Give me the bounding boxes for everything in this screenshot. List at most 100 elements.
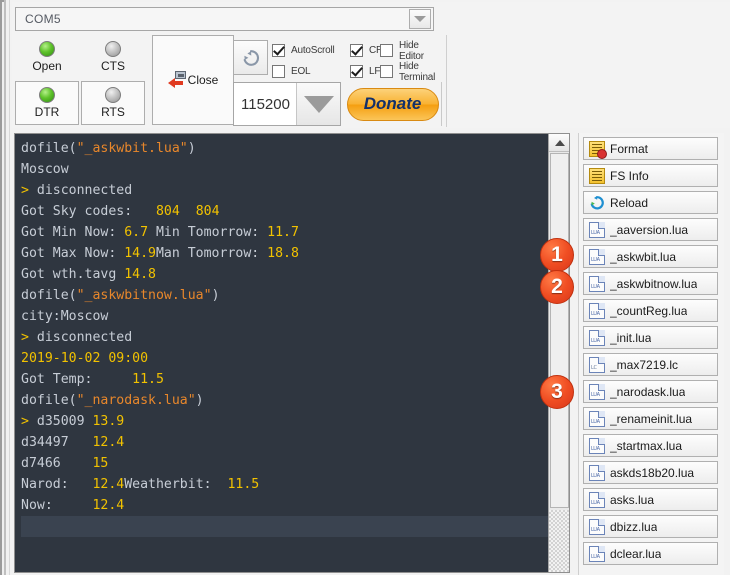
fs-info-icon <box>589 167 605 184</box>
sidebar-item-label: askds18b20.lua <box>610 465 695 480</box>
sidebar-item-askds18b20-lua[interactable]: LUA askds18b20.lua <box>583 461 718 484</box>
terminal-panel: dofile( "_askwbit.lua") Moscow > disconnect… <box>14 133 570 573</box>
file-type-tag: LUA <box>591 283 600 290</box>
chevron-down-icon[interactable] <box>409 9 431 29</box>
terminal-token: 6.7 <box>124 225 149 240</box>
sidebar-item-askwbitnow-lua[interactable]: LUA _askwbitnow.lua <box>583 272 718 295</box>
checkbox-checked-icon[interactable] <box>272 44 285 57</box>
terminal-token: 13.9 <box>92 414 125 429</box>
led-button-dtr[interactable]: DTR <box>15 81 79 125</box>
sidebar-item-label: _narodask.lua <box>610 384 686 399</box>
port-selector-value: COM5 <box>25 12 61 26</box>
file-type-tag: LC <box>591 364 597 371</box>
signal-led-group: Open CTS DTR RTS <box>15 35 145 125</box>
file-type-tag: LUA <box>591 337 600 344</box>
terminal-output[interactable]: dofile( "_askwbit.lua") Moscow > disconnect… <box>15 134 548 572</box>
terminal-token: > <box>21 414 37 429</box>
sidebar-item-reload[interactable]: Reload <box>583 191 718 214</box>
close-button-label: Close <box>187 73 219 87</box>
terminal-token: Got Sky codes: <box>21 204 156 219</box>
triangle-down-glyph <box>414 16 426 22</box>
scroll-up-button[interactable] <box>549 134 569 152</box>
sidebar-item-asks-lua[interactable]: LUA asks.lua <box>583 488 718 511</box>
led-button-label: Open <box>32 59 62 73</box>
refresh-button[interactable] <box>233 40 268 75</box>
checkbox-autoscroll[interactable]: AutoScroll <box>272 40 335 61</box>
sidebar-item-init-lua[interactable]: LUA _init.lua <box>583 326 718 349</box>
terminal-token: "_askwbit.lua" <box>76 141 188 156</box>
sidebar-item-label: asks.lua <box>610 492 655 507</box>
checkbox-eol[interactable]: EOL <box>272 61 335 82</box>
sidebar-item-label: Format <box>610 141 649 156</box>
terminal-line: > disconnected <box>21 327 548 348</box>
terminal-token: ) <box>195 393 204 408</box>
terminal-token: 11.5 <box>227 477 260 492</box>
lua-file-icon: LUA <box>589 464 605 481</box>
baud-rate-selector[interactable]: 115200 <box>233 82 341 126</box>
sidebar-item-countreg-lua[interactable]: LUA _countReg.lua <box>583 299 718 322</box>
sidebar-item-narodask-lua[interactable]: LUA _narodask.lua <box>583 380 718 403</box>
led-button-rts[interactable]: RTS <box>81 81 145 125</box>
file-type-tag: LUA <box>591 553 600 560</box>
file-type-tag: LUA <box>591 472 600 479</box>
checkbox-checked-icon[interactable] <box>350 44 363 57</box>
port-selector[interactable]: COM5 <box>15 7 434 31</box>
terminal-token: Got Temp: <box>21 372 133 387</box>
checkbox-hide-terminal[interactable]: Hide Terminal <box>380 60 436 83</box>
terminal-token: disconnected <box>36 183 133 198</box>
sidebar-item-askwbit-lua[interactable]: LUA _askwbit.lua <box>583 245 718 268</box>
terminal-token: Man Tomorrow: <box>155 246 268 261</box>
led-button-open[interactable]: Open <box>15 35 79 79</box>
terminal-scrollbar[interactable] <box>548 134 569 572</box>
terminal-line: dofile("_narodask.lua") <box>21 390 548 411</box>
terminal-line: Got wth.tavg 14.8 <box>21 264 548 285</box>
terminal-line: d34497 12.4 <box>21 432 548 453</box>
lua-file-icon: LUA <box>589 275 605 292</box>
sidebar-item-max7219-lc[interactable]: LC _max7219.lc <box>583 353 718 376</box>
checkbox-checked-icon[interactable] <box>350 65 363 78</box>
sidebar-item-format[interactable]: Format <box>583 137 718 160</box>
donate-button[interactable]: Donate <box>346 87 439 121</box>
checkbox-cr[interactable]: CR <box>350 40 383 61</box>
icon-lines <box>592 143 602 155</box>
terminal-line: d7466 15 <box>21 453 548 474</box>
checkbox-hide-editor[interactable]: Hide Editor <box>380 40 435 62</box>
scrollbar-track[interactable] <box>549 510 569 572</box>
terminal-line: city:Moscow <box>21 306 548 327</box>
terminal-token: Moscow <box>21 162 69 177</box>
led-button-cts[interactable]: CTS <box>81 35 145 79</box>
terminal-line: dofile("_askwbitnow.lua") <box>21 285 548 306</box>
checkbox-unchecked-icon[interactable] <box>380 65 393 78</box>
terminal-line: > disconnected <box>21 180 548 201</box>
close-button[interactable]: Close <box>152 35 234 125</box>
sidebar-item-dbizz-lua[interactable]: LUA dbizz.lua <box>583 515 718 538</box>
sidebar-item-renameinit-lua[interactable]: LUA _renameinit.lua <box>583 407 718 430</box>
lua-file-icon: LUA <box>589 518 605 535</box>
sidebar-item-startmax-lua[interactable]: LUA _startmax.lua <box>583 434 718 457</box>
checkbox-lf[interactable]: LF <box>350 61 383 82</box>
led-button-label: RTS <box>101 105 125 119</box>
sidebar-item-dclear-lua[interactable]: LUA dclear.lua <box>583 542 718 565</box>
sidebar-item-label: _askwbitnow.lua <box>610 276 698 291</box>
led-indicator-green <box>39 41 55 57</box>
terminal-token: ) <box>211 288 220 303</box>
terminal-token: d34497 <box>21 435 93 450</box>
file-list-sidebar[interactable]: Format FS Info Reload LUA _aaversion.lua LUA _… <box>578 133 724 575</box>
baud-chevron-down-icon[interactable] <box>296 83 340 125</box>
terminal-token: 15 <box>92 456 109 471</box>
sidebar-item-label: _renameinit.lua <box>610 411 693 426</box>
led-indicator-gray <box>105 41 121 57</box>
sidebar-item-label: _init.lua <box>610 330 652 345</box>
format-disk-icon <box>589 140 607 159</box>
checkbox-unchecked-icon[interactable] <box>380 44 393 57</box>
donate-area: Donate <box>344 82 442 126</box>
terminal-token: d35009 <box>36 414 93 429</box>
sidebar-item-label: _countReg.lua <box>610 303 688 318</box>
sidebar-item-aaversion-lua[interactable]: LUA _aaversion.lua <box>583 218 718 241</box>
checkbox-label: Hide Terminal <box>399 60 436 83</box>
sidebar-item-fs-info[interactable]: FS Info <box>583 164 718 187</box>
terminal-token: dofile( <box>21 288 77 303</box>
checkbox-unchecked-icon[interactable] <box>272 65 285 78</box>
scrollbar-thumb[interactable] <box>550 153 569 508</box>
